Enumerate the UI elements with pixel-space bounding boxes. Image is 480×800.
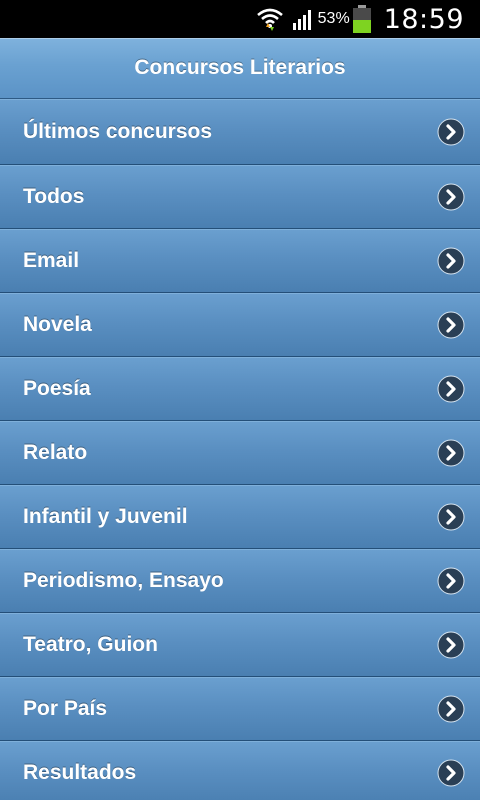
battery-percent: 53% (317, 10, 350, 27)
app-header: Concursos Literarios (0, 38, 480, 99)
chevron-right-icon (437, 247, 465, 275)
chevron-right-icon (437, 439, 465, 467)
chevron-right-icon (437, 567, 465, 595)
menu-item-label: Últimos concursos (23, 120, 213, 143)
wifi-icon (256, 8, 283, 31)
menu-item-periodismo-ensayo[interactable]: Periodismo, Ensayo (0, 549, 480, 613)
menu-item-label: Periodismo, Ensayo (23, 569, 224, 592)
app-screen: 53% 18:59 Concursos Literarios Últimos c… (0, 0, 480, 800)
menu-item-label: Por País (23, 697, 108, 720)
chevron-right-icon (437, 118, 465, 146)
menu-item-label: Resultados (23, 761, 137, 784)
menu-item-ultimos-concursos[interactable]: Últimos concursos (0, 99, 480, 165)
menu-item-label: Email (23, 249, 80, 272)
menu-item-todos[interactable]: Todos (0, 165, 480, 229)
menu-item-label: Infantil y Juvenil (23, 505, 188, 528)
menu-item-label: Relato (23, 441, 88, 464)
chevron-right-icon (437, 503, 465, 531)
menu-item-novela[interactable]: Novela (0, 293, 480, 357)
chevron-right-icon (437, 695, 465, 723)
menu-item-por-pais[interactable]: Por País (0, 677, 480, 741)
menu-item-label: Novela (23, 313, 92, 336)
chevron-right-icon (437, 375, 465, 403)
menu-item-label: Todos (23, 185, 85, 208)
menu-item-poesia[interactable]: Poesía (0, 357, 480, 421)
clock: 18:59 (383, 3, 464, 35)
menu-item-email[interactable]: Email (0, 229, 480, 293)
menu-list: Últimos concursos Todos Email Novela Poe… (0, 99, 480, 800)
menu-item-label: Teatro, Guion (23, 633, 158, 656)
menu-item-label: Poesía (23, 377, 91, 400)
battery-icon (352, 5, 371, 33)
chevron-right-icon (437, 759, 465, 787)
menu-item-relato[interactable]: Relato (0, 421, 480, 485)
page-title: Concursos Literarios (134, 56, 346, 79)
status-bar: 53% 18:59 (0, 0, 480, 38)
chevron-right-icon (437, 311, 465, 339)
chevron-right-icon (437, 183, 465, 211)
chevron-right-icon (437, 631, 465, 659)
menu-item-resultados[interactable]: Resultados (0, 741, 480, 800)
signal-icon (292, 10, 311, 30)
menu-item-infantil-juvenil[interactable]: Infantil y Juvenil (0, 485, 480, 549)
menu-item-teatro-guion[interactable]: Teatro, Guion (0, 613, 480, 677)
